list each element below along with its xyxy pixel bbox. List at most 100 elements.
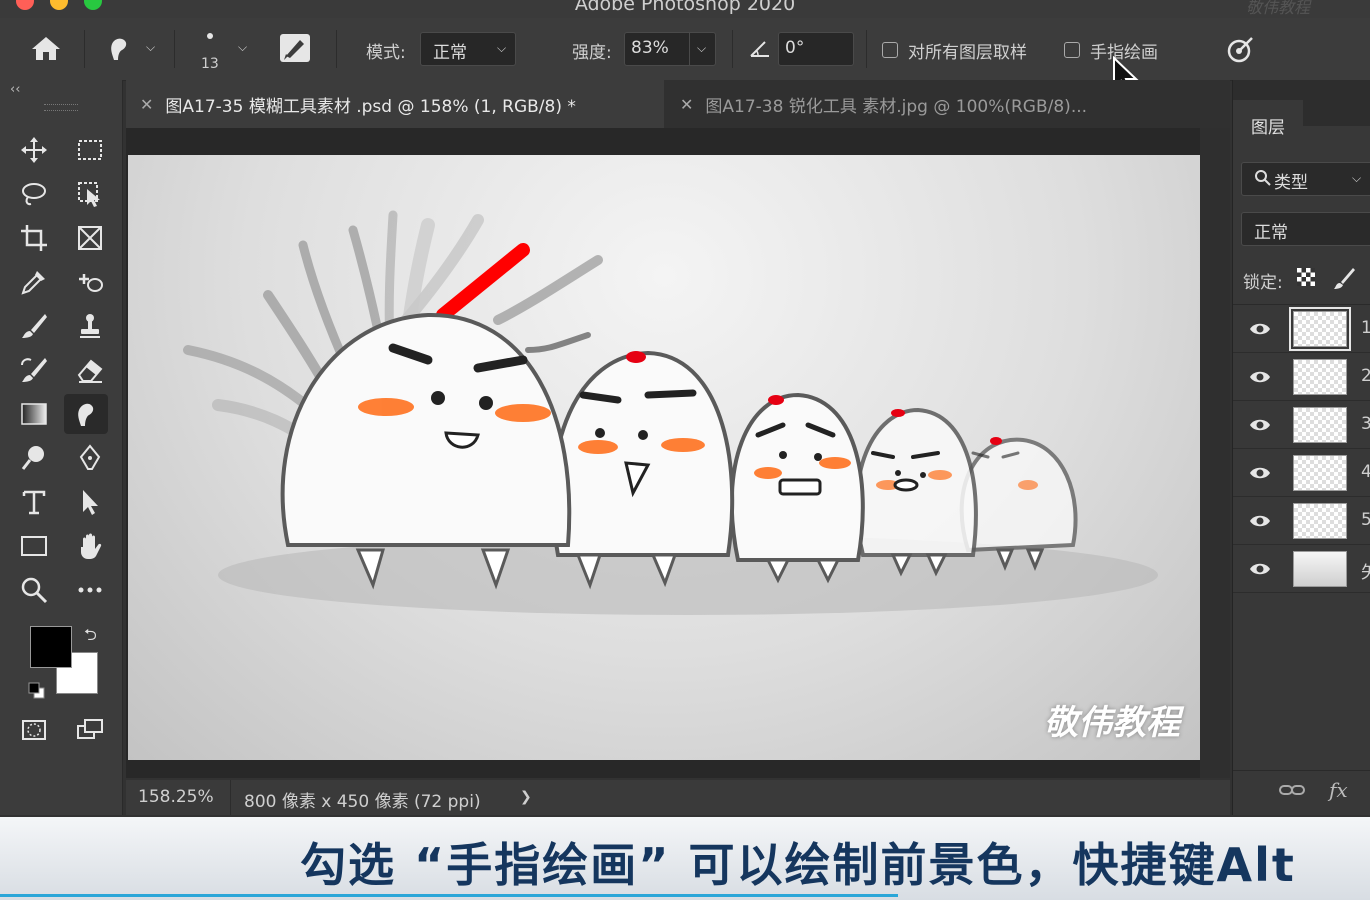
visibility-eye-icon[interactable] <box>1249 320 1271 338</box>
document-canvas[interactable]: 敬伟教程 <box>128 155 1200 760</box>
layer-thumbnail[interactable] <box>1293 359 1347 395</box>
quick-mask-icon[interactable] <box>12 710 56 750</box>
pressure-icon[interactable] <box>1226 36 1254 68</box>
document-tab-bar: ✕ 图A17-35 模糊工具素材 .psd @ 158% (1, RGB/8) … <box>126 80 1230 128</box>
app-title: Adobe Photoshop 2020 <box>574 0 796 15</box>
brush-size: 13 <box>201 56 219 72</box>
mode-select[interactable]: 正常 ⌵ <box>420 32 516 66</box>
document-info: 800 像素 x 450 像素 (72 ppi) <box>244 792 481 812</box>
layer-name: 3 <box>1361 414 1370 434</box>
zoom-tool-icon[interactable] <box>12 570 56 610</box>
status-menu-arrow-icon[interactable]: ❯ <box>520 789 532 805</box>
panel-grip[interactable] <box>44 104 78 111</box>
lock-transparency-icon[interactable] <box>1297 268 1315 286</box>
layer-row[interactable]: 1 <box>1233 306 1370 353</box>
screen-mode-icon[interactable] <box>68 710 112 750</box>
layers-tab-title[interactable]: 图层 <box>1251 113 1285 138</box>
mode-chevron-down-icon: ⌵ <box>497 41 507 55</box>
layer-thumbnail[interactable] <box>1293 551 1347 587</box>
path-selection-tool-icon[interactable] <box>68 482 112 522</box>
layer-row[interactable]: 5 <box>1233 498 1370 545</box>
visibility-eye-icon[interactable] <box>1249 512 1271 530</box>
brush-settings-icon[interactable] <box>280 34 310 62</box>
title-bar: Adobe Photoshop 2020 敬伟教程 <box>0 0 1370 18</box>
filter-chevron-down-icon: ⌵ <box>1352 171 1362 185</box>
eraser-tool-icon[interactable] <box>68 350 112 390</box>
status-bar: 158.25% 800 像素 x 450 像素 (72 ppi) ❯ <box>126 780 1230 815</box>
spot-healing-tool-icon[interactable] <box>68 262 112 302</box>
move-tool-icon[interactable] <box>12 130 56 170</box>
swap-colors-icon[interactable]: ⮌ <box>84 624 97 651</box>
brush-chevron-down-icon[interactable]: ⌵ <box>238 40 247 55</box>
rectangle-tool-icon[interactable] <box>12 526 56 566</box>
layer-name: 矢 <box>1361 563 1370 583</box>
layer-thumbnail[interactable] <box>1289 307 1351 351</box>
history-brush-tool-icon[interactable] <box>12 350 56 390</box>
smudge-tool-preset-icon[interactable] <box>104 34 134 68</box>
sample-all-layers-checkbox[interactable] <box>882 42 898 58</box>
home-icon[interactable] <box>30 34 62 66</box>
visibility-eye-icon[interactable] <box>1249 416 1271 434</box>
frame-tool-icon[interactable] <box>68 218 112 258</box>
layer-row[interactable]: 2 <box>1233 354 1370 401</box>
layer-filter-select[interactable]: 类型 ⌵ <box>1241 162 1370 196</box>
dodge-tool-icon[interactable] <box>12 438 56 478</box>
sample-all-layers-label: 对所有图层取样 <box>908 43 1027 63</box>
more-tools-icon[interactable] <box>68 570 112 610</box>
layer-row[interactable]: 4 <box>1233 450 1370 497</box>
type-tool-icon[interactable] <box>12 482 56 522</box>
vertical-scrollbar[interactable] <box>1200 128 1230 778</box>
hand-tool-icon[interactable] <box>68 526 112 566</box>
visibility-eye-icon[interactable] <box>1249 560 1271 578</box>
layers-panel: 图层 类型 ⌵ 正常 锁定: 1 2 3 4 5 矢 fx <box>1232 80 1370 815</box>
strength-chevron-down-icon: ⌵ <box>697 41 707 55</box>
close-tab-icon[interactable]: ✕ <box>140 95 153 114</box>
object-selection-tool-icon[interactable] <box>68 174 112 214</box>
smudge-tool-icon[interactable] <box>64 394 108 434</box>
brush-tool-icon[interactable] <box>12 306 56 346</box>
eyedropper-tool-icon[interactable] <box>12 262 56 302</box>
collapse-panel-icon[interactable]: ‹‹ <box>10 82 20 97</box>
layer-thumbnail[interactable] <box>1293 455 1347 491</box>
top-watermark: 敬伟教程 <box>1245 0 1310 17</box>
blend-mode-value: 正常 <box>1254 223 1288 243</box>
caterpillar-artwork <box>183 210 1158 615</box>
gradient-tool-icon[interactable] <box>12 394 56 434</box>
lasso-tool-icon[interactable] <box>12 174 56 214</box>
marquee-tool-icon[interactable] <box>68 130 112 170</box>
clone-stamp-tool-icon[interactable] <box>68 306 112 346</box>
tutorial-subtitle-bar: 勾选 “手指绘画” 可以绘制前景色，快捷键Alt <box>0 817 1370 900</box>
foreground-color-swatch[interactable] <box>30 626 72 668</box>
link-layers-icon[interactable] <box>1279 780 1305 804</box>
strength-value: 83% <box>631 38 669 58</box>
tab-blur-tool-psd[interactable]: ✕ 图A17-35 模糊工具素材 .psd @ 158% (1, RGB/8) … <box>126 80 664 128</box>
layer-row[interactable]: 3 <box>1233 402 1370 449</box>
layer-thumbnail[interactable] <box>1293 407 1347 443</box>
finger-painting-checkbox[interactable] <box>1064 42 1080 58</box>
layer-thumbnail[interactable] <box>1293 503 1347 539</box>
lock-pixels-icon[interactable] <box>1333 266 1357 294</box>
layer-fx-button[interactable]: fx <box>1329 778 1348 802</box>
angle-input[interactable]: 0° <box>778 32 854 66</box>
crop-tool-icon[interactable] <box>12 218 56 258</box>
layer-row[interactable]: 矢 <box>1233 546 1370 593</box>
tools-panel: ‹‹ ⮌ <box>0 80 123 815</box>
tab-sharpen-tool-jpg[interactable]: ✕ 图A17-38 锐化工具 素材.jpg @ 100%(RGB/8)... <box>666 80 1230 128</box>
default-colors-icon[interactable] <box>28 682 46 704</box>
layer-name: 5 <box>1361 510 1370 530</box>
mode-label: 模式: <box>366 43 406 63</box>
close-tab-icon[interactable]: ✕ <box>680 95 693 114</box>
preset-chevron-down-icon[interactable]: ⌵ <box>146 40 155 55</box>
angle-value: 0° <box>785 38 805 58</box>
visibility-eye-icon[interactable] <box>1249 368 1271 386</box>
zoom-level[interactable]: 158.25% <box>138 787 214 807</box>
pen-tool-icon[interactable] <box>68 438 112 478</box>
video-progress-bar <box>0 894 898 897</box>
visibility-eye-icon[interactable] <box>1249 464 1271 482</box>
strength-input[interactable]: 83% ⌵ <box>624 32 716 66</box>
canvas-watermark: 敬伟教程 <box>1044 703 1180 743</box>
blend-mode-select[interactable]: 正常 <box>1241 212 1370 246</box>
brush-tip-icon[interactable] <box>207 33 213 39</box>
layer-name: 2 <box>1361 366 1370 386</box>
tab-label: 图A17-35 模糊工具素材 .psd @ 158% (1, RGB/8) * <box>165 96 576 117</box>
